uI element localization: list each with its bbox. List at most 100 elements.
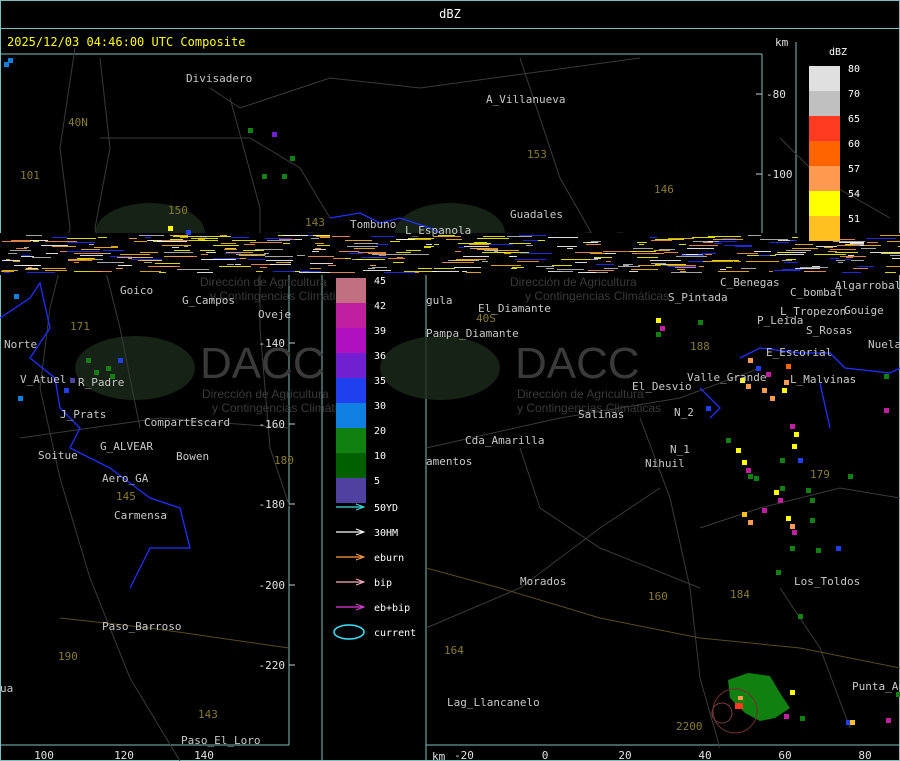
scan-noise bbox=[243, 250, 264, 251]
scan-noise bbox=[52, 246, 76, 247]
scan-noise bbox=[33, 241, 39, 242]
echo-pixel bbox=[790, 424, 795, 429]
scan-noise bbox=[482, 252, 506, 253]
scan-noise bbox=[552, 265, 572, 266]
scan-noise bbox=[835, 252, 858, 253]
scan-noise bbox=[786, 250, 811, 251]
echo-pixel bbox=[14, 294, 19, 299]
scan-noise bbox=[790, 240, 797, 241]
scan-noise bbox=[94, 271, 112, 272]
echo-pixel bbox=[884, 374, 889, 379]
echo-pixel bbox=[810, 498, 815, 503]
scan-noise bbox=[434, 244, 439, 245]
scan-noise bbox=[390, 241, 400, 242]
scan-noise bbox=[840, 256, 866, 257]
echo-pixel bbox=[86, 358, 91, 363]
legend-label: 80 bbox=[848, 64, 860, 75]
scan-noise bbox=[159, 272, 166, 273]
x-tick-right-5: 80 bbox=[858, 749, 871, 761]
scan-noise bbox=[705, 254, 712, 255]
scan-noise bbox=[464, 246, 489, 247]
radar-map[interactable]: DACC DACC DACC DACC Dirección de Agricul… bbox=[0, 28, 900, 761]
scan-noise bbox=[483, 236, 505, 237]
scan-noise bbox=[816, 246, 837, 247]
scan-noise bbox=[172, 247, 179, 248]
scan-noise bbox=[741, 268, 756, 269]
place-label: Algarrobal bbox=[835, 279, 900, 292]
scan-noise bbox=[197, 272, 213, 273]
x-axis-left: 100 120 140 bbox=[34, 749, 214, 761]
scan-noise bbox=[267, 240, 290, 241]
scan-noise bbox=[255, 249, 283, 250]
legend-swatch bbox=[809, 166, 840, 191]
track-label: current bbox=[374, 628, 416, 639]
scan-noise bbox=[200, 236, 231, 237]
scan-noise bbox=[575, 262, 587, 263]
scan-noise bbox=[746, 261, 779, 262]
scan-noise bbox=[792, 237, 798, 238]
scan-noise bbox=[147, 240, 154, 241]
scan-noise bbox=[424, 247, 431, 248]
scan-noise bbox=[703, 261, 733, 262]
wm-sub1-1: Dirección de Agricultura bbox=[200, 275, 327, 289]
scan-noise bbox=[120, 254, 150, 255]
echo-pixel bbox=[656, 318, 661, 323]
wm-brand-4: DACC bbox=[515, 339, 640, 388]
scan-noise bbox=[692, 237, 715, 238]
place-label: L_Espanola bbox=[405, 224, 471, 237]
place-labels-right: gula Pampa_Diamante El_Diamante S_Pintad… bbox=[426, 276, 900, 709]
scan-noise bbox=[8, 253, 17, 254]
scan-noise bbox=[22, 255, 30, 256]
echo-pixel bbox=[754, 476, 759, 481]
echo-pixel bbox=[282, 174, 287, 179]
scan-noise bbox=[892, 258, 900, 259]
scan-noise bbox=[804, 271, 826, 272]
scan-noise bbox=[469, 244, 490, 245]
place-label: Soitue bbox=[38, 449, 78, 462]
scan-noise bbox=[371, 236, 395, 237]
place-label: C_Benegas bbox=[720, 276, 780, 289]
track-label: 30HM bbox=[374, 528, 398, 539]
scan-noise bbox=[239, 255, 257, 256]
scan-noise bbox=[665, 265, 696, 266]
echo-pixel bbox=[262, 174, 267, 179]
scan-noise bbox=[155, 263, 180, 264]
scan-noise bbox=[226, 252, 253, 253]
scan-noise bbox=[310, 263, 333, 264]
echo-pixel bbox=[816, 548, 821, 553]
scan-noise bbox=[442, 262, 474, 263]
scan-noise bbox=[310, 268, 321, 269]
scan-noise bbox=[225, 248, 236, 249]
scan-noise bbox=[213, 258, 240, 259]
legend-swatch bbox=[336, 403, 366, 428]
scan-noise bbox=[880, 235, 900, 236]
scan-noise bbox=[458, 243, 491, 244]
legend-swatch bbox=[809, 191, 840, 216]
scan-noise bbox=[606, 261, 611, 262]
echo-pixel bbox=[794, 432, 799, 437]
legend-swatch bbox=[336, 353, 366, 378]
y-tick-top-1: -100 bbox=[766, 168, 793, 181]
scan-noise bbox=[734, 261, 741, 262]
scan-noise bbox=[189, 240, 207, 241]
echo-pixel bbox=[762, 388, 767, 393]
legend-lower: 45 42 39 36 35 30 20 10 5 50YD 30HM eburn bip eb+bip… bbox=[333, 276, 416, 640]
scan-noise bbox=[659, 249, 675, 250]
scan-noise bbox=[466, 272, 481, 273]
place-label: Nuela bbox=[868, 338, 900, 351]
scan-noise bbox=[594, 258, 601, 259]
scan-noise bbox=[454, 267, 481, 268]
scan-noise bbox=[256, 271, 263, 272]
legend-label: 42 bbox=[374, 301, 386, 312]
scan-noise bbox=[201, 254, 208, 255]
scan-noise bbox=[596, 264, 614, 265]
x-tick-right-2: 20 bbox=[618, 749, 631, 761]
scan-artifact-band bbox=[0, 233, 900, 275]
echo-pixel bbox=[774, 490, 779, 495]
scan-noise bbox=[548, 237, 578, 238]
scan-noise bbox=[2, 241, 31, 242]
scan-noise bbox=[870, 252, 900, 253]
place-label: Lag_Llancanelo bbox=[447, 696, 540, 709]
track-label: bip bbox=[374, 578, 392, 589]
legend-swatch bbox=[336, 428, 366, 453]
